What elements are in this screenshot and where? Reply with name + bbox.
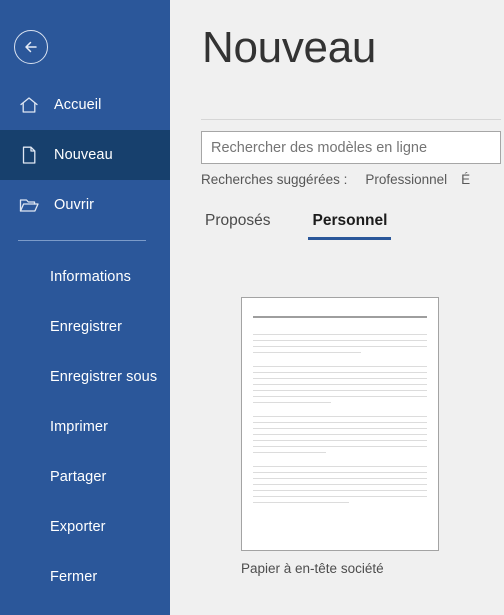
backstage-sidebar: Accueil Nouveau Ouvrir Informations Enre… <box>0 0 170 615</box>
page-title: Nouveau <box>202 23 377 72</box>
sidebar-item-label: Ouvrir <box>54 197 95 213</box>
preview-text-line <box>253 384 427 385</box>
preview-paragraph <box>253 334 427 353</box>
sidebar-item-label: Partager <box>50 469 107 485</box>
template-caption: Papier à en-tête société <box>241 561 384 576</box>
preview-text-line <box>253 340 427 341</box>
sidebar-item-label: Imprimer <box>50 419 108 435</box>
preview-text-line <box>253 422 427 423</box>
preview-text-line <box>253 496 427 497</box>
preview-paragraph <box>253 416 427 453</box>
sidebar-item-imprimer[interactable]: Imprimer <box>0 402 170 452</box>
search-input[interactable] <box>211 139 491 156</box>
sidebar-item-label: Exporter <box>50 519 106 535</box>
home-icon <box>18 94 40 116</box>
sidebar-divider <box>18 240 146 241</box>
sidebar-item-enregistrer-sous[interactable]: Enregistrer sous <box>0 352 170 402</box>
sidebar-item-partager[interactable]: Partager <box>0 452 170 502</box>
preview-text-line <box>253 372 427 373</box>
title-divider <box>201 119 501 120</box>
preview-text-line <box>253 490 427 491</box>
preview-text-line <box>253 396 427 397</box>
backstage-content: Nouveau Recherches suggérées : Professio… <box>170 0 504 615</box>
template-tabs: Proposés Personnel <box>201 212 425 240</box>
new-document-icon <box>18 144 40 166</box>
sidebar-item-fermer[interactable]: Fermer <box>0 552 170 602</box>
back-arrow-circle-icon[interactable] <box>14 30 48 64</box>
preview-text-line <box>253 378 427 379</box>
tab-proposes[interactable]: Proposés <box>201 212 274 240</box>
suggested-searches-label: Recherches suggérées : <box>201 172 348 187</box>
preview-text-line <box>253 484 427 485</box>
suggested-searches: Recherches suggérées : Professionnel É <box>201 172 484 187</box>
preview-text-line <box>253 334 427 335</box>
sidebar-item-label: Informations <box>50 269 131 285</box>
sidebar-item-exporter[interactable]: Exporter <box>0 502 170 552</box>
template-thumbnail[interactable] <box>241 297 439 551</box>
open-folder-icon <box>18 194 40 216</box>
preview-text-line <box>253 434 427 435</box>
preview-text-line <box>253 466 427 467</box>
document-preview <box>253 316 427 536</box>
sidebar-item-label: Enregistrer <box>50 319 123 335</box>
preview-text-line <box>253 472 427 473</box>
search-templates-box[interactable] <box>201 131 501 164</box>
preview-text-line <box>253 402 332 403</box>
sidebar-item-accueil[interactable]: Accueil <box>0 80 170 130</box>
preview-text-line <box>253 478 427 479</box>
preview-text-line <box>253 346 427 347</box>
preview-paragraph <box>253 366 427 403</box>
suggested-search-etudiant[interactable]: É <box>461 172 470 187</box>
sidebar-item-label: Enregistrer sous <box>50 369 158 385</box>
sidebar-item-nouveau[interactable]: Nouveau <box>0 130 170 180</box>
tab-personnel[interactable]: Personnel <box>308 212 392 240</box>
sidebar-item-label: Nouveau <box>54 147 113 163</box>
sidebar-item-label: Accueil <box>54 97 102 113</box>
preview-text-line <box>253 366 427 367</box>
preview-text-line <box>253 452 327 453</box>
sidebar-item-enregistrer[interactable]: Enregistrer <box>0 302 170 352</box>
preview-header-rule <box>253 316 427 318</box>
preview-text-line <box>253 390 427 391</box>
preview-paragraph <box>253 466 427 503</box>
preview-text-line <box>253 352 361 353</box>
preview-text-line <box>253 428 427 429</box>
preview-text-line <box>253 440 427 441</box>
sidebar-primary-nav: Accueil Nouveau Ouvrir <box>0 80 170 230</box>
sidebar-item-ouvrir[interactable]: Ouvrir <box>0 180 170 230</box>
word-backstage-new-screen: Accueil Nouveau Ouvrir Informations Enre… <box>0 0 504 615</box>
sidebar-item-informations[interactable]: Informations <box>0 252 170 302</box>
preview-text-line <box>253 446 427 447</box>
sidebar-item-label: Fermer <box>50 569 98 585</box>
preview-text-line <box>253 416 427 417</box>
preview-text-line <box>253 502 349 503</box>
suggested-search-professionnel[interactable]: Professionnel <box>365 172 447 187</box>
template-card-papier-en-tete-societe[interactable]: Papier à en-tête société <box>241 297 439 576</box>
sidebar-secondary-nav: Informations Enregistrer Enregistrer sou… <box>0 252 170 602</box>
